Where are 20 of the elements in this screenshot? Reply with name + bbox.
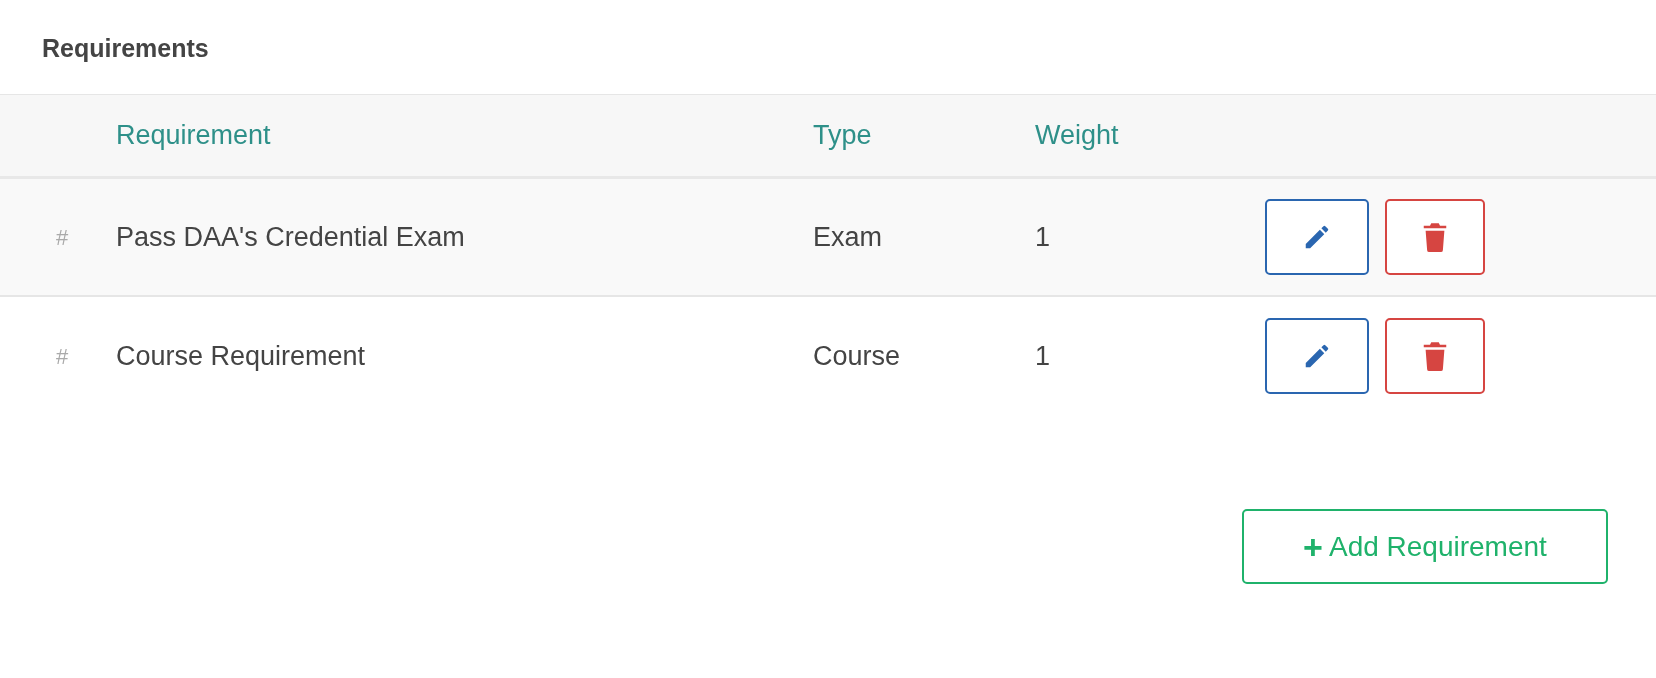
table-cell: Pass DAA's Credential Exam: [116, 221, 465, 252]
column-header: Weight: [1035, 120, 1119, 151]
table-cell: 1: [1035, 221, 1051, 252]
table-cell: Exam: [813, 221, 883, 252]
add-requirement-button[interactable]: + Add Requirement: [1242, 509, 1608, 584]
delete-button[interactable]: [1385, 318, 1485, 394]
edit-button[interactable]: [1265, 318, 1369, 394]
trash-icon: [1422, 341, 1448, 371]
drag-handle[interactable]: #: [56, 224, 69, 250]
drag-handle[interactable]: #: [56, 343, 69, 369]
column-header: Requirement: [116, 120, 271, 151]
trash-icon: [1422, 222, 1448, 252]
section-title: Requirements: [42, 33, 210, 64]
table-cell: 1: [1035, 340, 1051, 371]
delete-button[interactable]: [1385, 199, 1485, 275]
plus-icon: +: [1303, 529, 1323, 564]
edit-button[interactable]: [1265, 199, 1369, 275]
column-header: Type: [813, 120, 872, 151]
table-cell: Course Requirement: [116, 340, 366, 371]
table-cell: Course: [813, 340, 901, 371]
